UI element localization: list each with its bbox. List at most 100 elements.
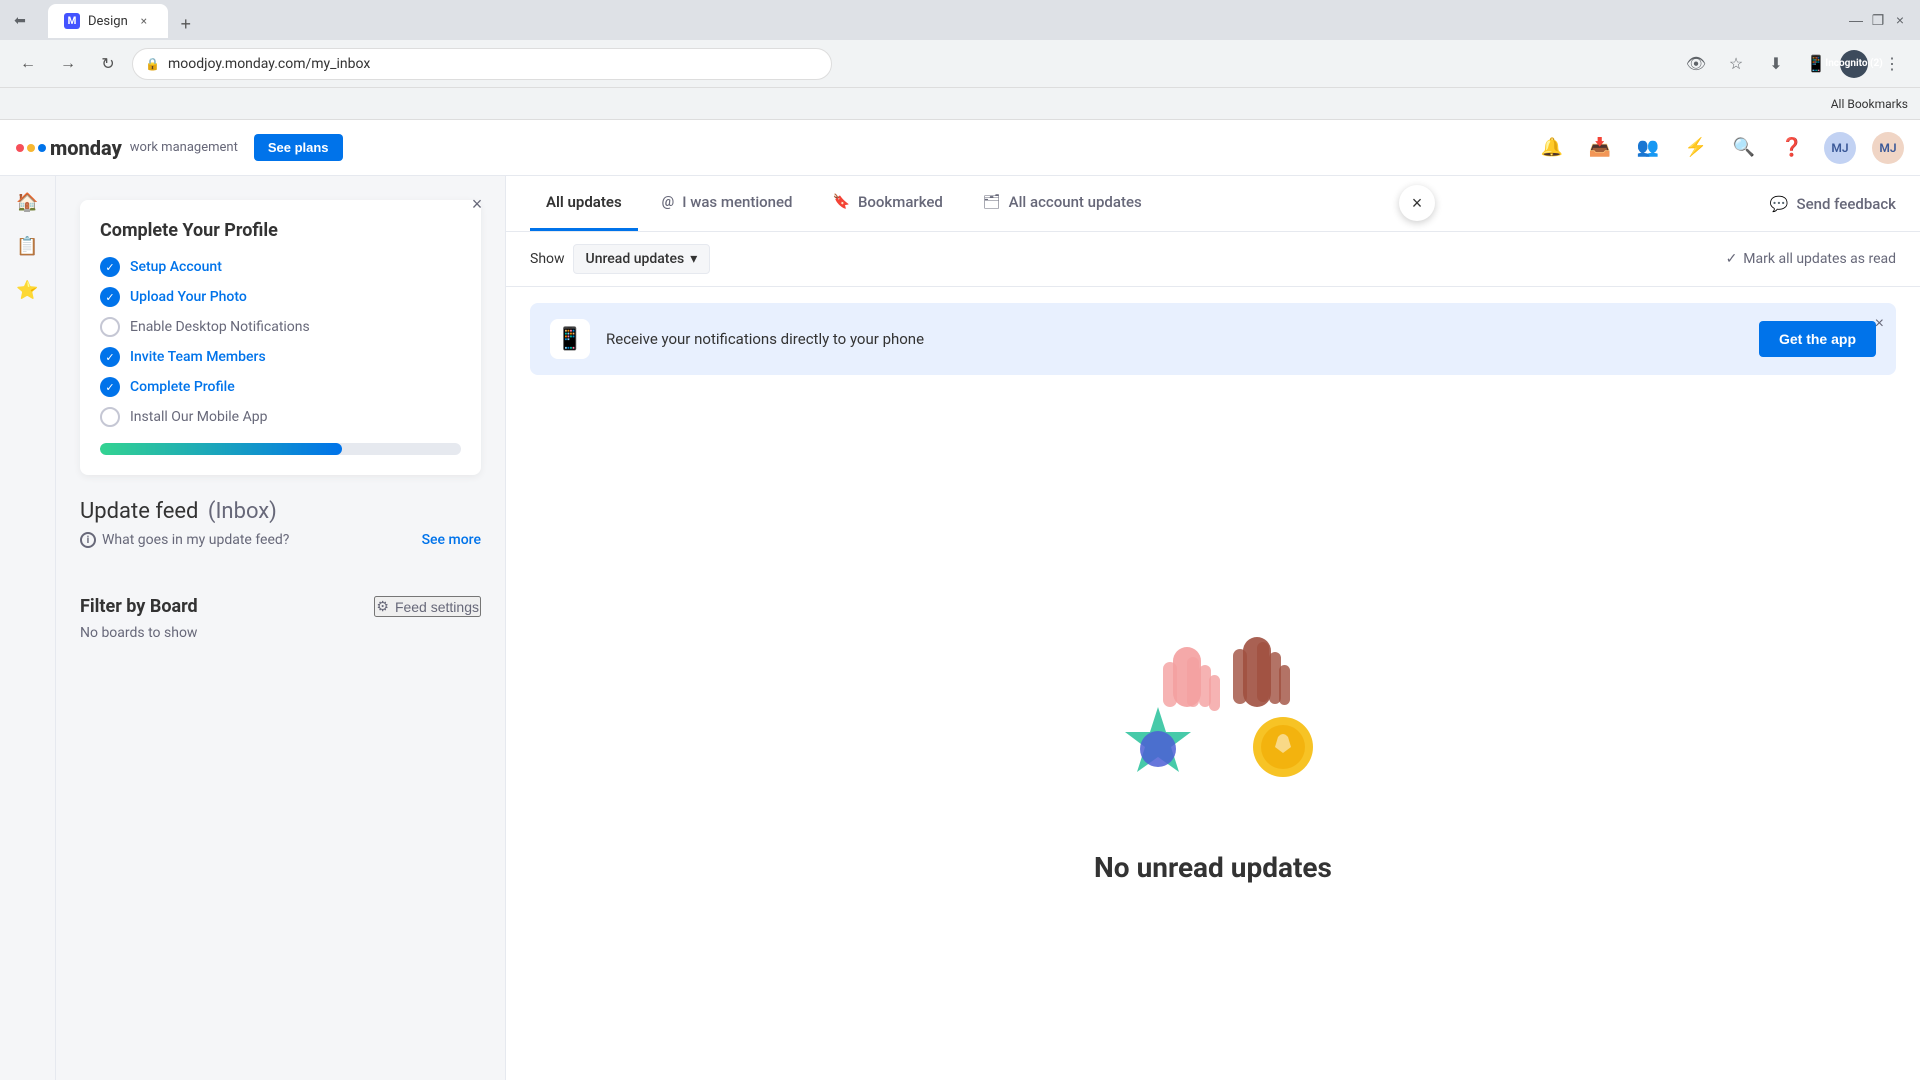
- team-icon[interactable]: 👥: [1632, 132, 1664, 164]
- browser-toolbar: ← → ↻ 🔒 moodjoy.monday.com/my_inbox 👁 ☆ …: [0, 40, 1920, 88]
- see-more-link[interactable]: See more: [422, 532, 481, 548]
- inbox-tabs: All updates @ I was mentioned 🔖 Bookmark…: [506, 176, 1920, 232]
- close-btn[interactable]: ×: [1892, 12, 1908, 28]
- integrations-icon[interactable]: ⚡: [1680, 132, 1712, 164]
- gear-icon: ⚙: [376, 598, 389, 615]
- download-icon[interactable]: ⬇: [1760, 48, 1792, 80]
- address-bar[interactable]: 🔒 moodjoy.monday.com/my_inbox: [132, 48, 832, 80]
- mark-all-btn[interactable]: ✓ Mark all updates as read: [1726, 251, 1896, 267]
- complete-profile-label: Complete Profile: [130, 379, 235, 395]
- update-feed-section: Update feed (Inbox) i What goes in my up…: [80, 499, 481, 580]
- complete-profile-card: Complete Your Profile ✓ Setup Account ✓ …: [80, 200, 481, 475]
- chevron-down-icon: ▾: [690, 251, 697, 267]
- forward-btn[interactable]: →: [52, 48, 84, 80]
- incognito-label: Incognito (2): [1825, 58, 1882, 69]
- tab-bookmarked[interactable]: 🔖 Bookmarked: [817, 176, 959, 231]
- bookmark-icon[interactable]: ☆: [1720, 48, 1752, 80]
- show-label: Show: [530, 251, 565, 267]
- empty-state-svg: [1093, 587, 1333, 827]
- see-plans-button[interactable]: See plans: [254, 134, 343, 161]
- search-icon[interactable]: 🔍: [1728, 132, 1760, 164]
- send-feedback-tab[interactable]: 💬 Send feedback: [1770, 195, 1896, 213]
- tab-account-updates[interactable]: 🗂 All account updates: [967, 176, 1158, 231]
- filter-by-board-title: Filter by Board ⚙ Feed settings: [80, 596, 481, 617]
- profile-item-mobile: Install Our Mobile App: [100, 407, 461, 427]
- profile-item-complete: ✓ Complete Profile: [100, 377, 461, 397]
- url-text: moodjoy.monday.com/my_inbox: [168, 56, 370, 72]
- inbox-toolbar: Show Unread updates ▾ ✓ Mark all updates…: [506, 232, 1920, 287]
- account-updates-icon: 🗂: [983, 194, 1001, 210]
- all-updates-label: All updates: [546, 193, 622, 211]
- toolbar-actions: 👁 ☆ ⬇ 📱 Incognito (2) ⋮: [1680, 48, 1908, 80]
- more-icon[interactable]: ⋮: [1876, 48, 1908, 80]
- feed-settings-button[interactable]: ⚙ Feed settings: [374, 596, 481, 617]
- mention-icon: @: [662, 194, 675, 210]
- feedback-icon: 💬: [1770, 195, 1789, 213]
- banner-text: Receive your notifications directly to y…: [606, 330, 1743, 348]
- app-name: monday: [50, 136, 122, 160]
- active-tab[interactable]: M Design ×: [48, 4, 168, 38]
- inbox-icon[interactable]: 📥: [1584, 132, 1616, 164]
- sidebar-boards-icon[interactable]: 📋: [10, 228, 46, 264]
- logo-dots: [16, 144, 46, 152]
- show-filter: Show Unread updates ▾: [530, 244, 710, 274]
- notifications-icon[interactable]: 🔔: [1536, 132, 1568, 164]
- eye-off-icon[interactable]: 👁: [1680, 48, 1712, 80]
- circle-icon-notifications: [100, 317, 120, 337]
- upload-photo-label: Upload Your Photo: [130, 289, 247, 305]
- inbox-main: All updates @ I was mentioned 🔖 Bookmark…: [506, 176, 1920, 1080]
- dialog-close-outer-btn[interactable]: ×: [1399, 185, 1435, 221]
- progress-bar: [100, 443, 461, 455]
- check-icon-setup: ✓: [100, 257, 120, 277]
- tab-mentioned[interactable]: @ I was mentioned: [646, 176, 809, 231]
- tab-all-updates[interactable]: All updates: [530, 176, 638, 231]
- empty-illustration: [1093, 587, 1333, 827]
- user-avatar-2[interactable]: MJ: [1872, 132, 1904, 164]
- minimize-btn[interactable]: —: [1848, 12, 1864, 28]
- refresh-btn[interactable]: ↻: [92, 48, 124, 80]
- tab-close-btn[interactable]: ×: [136, 13, 152, 29]
- circle-icon-mobile: [100, 407, 120, 427]
- user-avatar[interactable]: MJ: [1824, 132, 1856, 164]
- filter-dropdown[interactable]: Unread updates ▾: [573, 244, 711, 274]
- mark-all-label: Mark all updates as read: [1743, 251, 1896, 267]
- progress-bar-fill: [100, 443, 342, 455]
- logo-dot-yellow: [27, 144, 35, 152]
- enable-notifications-label: Enable Desktop Notifications: [130, 319, 310, 335]
- check-icon-photo: ✓: [100, 287, 120, 307]
- incognito-profile[interactable]: Incognito (2): [1840, 50, 1868, 78]
- update-feed-title: Update feed (Inbox): [80, 499, 481, 524]
- back-btn[interactable]: ←: [12, 48, 44, 80]
- feed-info-left: i What goes in my update feed?: [80, 532, 289, 548]
- bookmark-tab-icon: 🔖: [833, 194, 850, 210]
- filter-label: Unread updates: [586, 251, 685, 267]
- info-icon: i: [80, 532, 96, 548]
- checkmark-icon: ✓: [1726, 251, 1738, 267]
- maximize-btn[interactable]: ❐: [1870, 12, 1886, 28]
- profile-item-setup: ✓ Setup Account: [100, 257, 461, 277]
- profile-panel-close-btn[interactable]: ×: [465, 192, 489, 216]
- install-app-label: Install Our Mobile App: [130, 409, 267, 425]
- check-icon-invite: ✓: [100, 347, 120, 367]
- get-app-button[interactable]: Get the app: [1759, 321, 1876, 357]
- window-back-btn[interactable]: ⬅: [12, 12, 28, 28]
- browser-titlebar: ⬅ M Design × + — ❐ ×: [0, 0, 1920, 40]
- new-tab-btn[interactable]: +: [172, 10, 200, 38]
- profile-panel: × Complete Your Profile ✓ Setup Account …: [56, 176, 506, 1080]
- banner-close-btn[interactable]: ×: [1875, 315, 1884, 333]
- help-icon[interactable]: ❓: [1776, 132, 1808, 164]
- check-icon-complete: ✓: [100, 377, 120, 397]
- account-updates-label: All account updates: [1009, 193, 1142, 211]
- profile-item-notifications: Enable Desktop Notifications: [100, 317, 461, 337]
- sidebar-fav-icon[interactable]: ⭐: [10, 272, 46, 308]
- page-content: monday work management See plans 🔔 📥 👥 ⚡…: [0, 120, 1920, 1080]
- no-boards-text: No boards to show: [80, 625, 481, 641]
- empty-title: No unread updates: [1094, 851, 1332, 884]
- tab-favicon: M: [64, 13, 80, 29]
- app-body: 🏠 📋 ⭐ × Complete Your Profile ✓ Setup Ac…: [0, 176, 1920, 1080]
- header-actions: 🔔 📥 👥 ⚡ 🔍 ❓ MJ MJ: [1536, 132, 1904, 164]
- inbox-empty-state: No unread updates: [506, 391, 1920, 1080]
- sidebar-home-icon[interactable]: 🏠: [10, 184, 46, 220]
- app-logo: monday work management: [16, 136, 238, 160]
- profile-items-list: ✓ Setup Account ✓ Upload Your Photo Enab…: [100, 257, 461, 427]
